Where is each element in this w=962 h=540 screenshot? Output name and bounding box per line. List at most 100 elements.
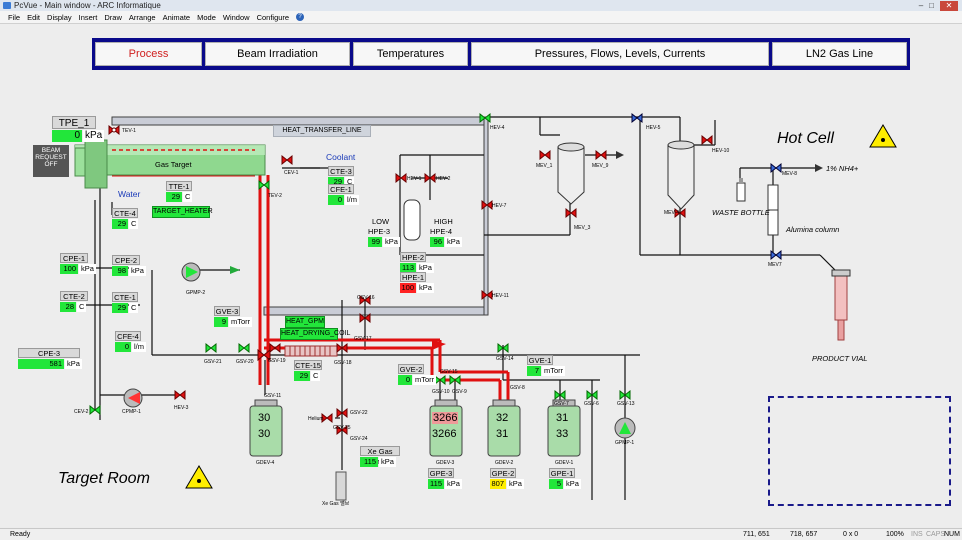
hpe1-value: 100 (400, 283, 416, 293)
gdev1-tag: GDEV-1 (555, 460, 574, 466)
cte2-tag: CTE-2 (60, 291, 88, 301)
hpe2-tag: HPE-2 (400, 252, 426, 262)
cte4-value: 29 (112, 219, 128, 229)
mev8-tag: MEV-8 (782, 171, 798, 177)
gve2-unit: mTorr (413, 375, 437, 385)
gsv17-tag: GSV-17 (354, 336, 372, 342)
cpe2-unit: kPa (129, 266, 146, 276)
gpmp1-tag: GPMP-1 (615, 440, 635, 446)
tab-process[interactable]: Process (95, 42, 202, 66)
gas-target-label: Gas Target (155, 160, 192, 169)
cfe4-tag: CFE-4 (115, 331, 141, 341)
gpe1-tag: GPE-1 (549, 468, 575, 478)
water-label: Water (118, 189, 141, 199)
waste-bottle-label: WASTE BOTTLE (712, 208, 770, 217)
gsv20-tag: GSV-20 (236, 359, 254, 365)
gsv6-tag: GSV-6 (584, 401, 599, 407)
cte3-tag: CTE-3 (328, 166, 354, 176)
gve3-tag: GVE-3 (214, 306, 240, 316)
gpmp2-tag: GPMP-2 (186, 290, 206, 296)
hpe3-value: 99 (368, 237, 382, 247)
cte1-unit: C (129, 303, 139, 313)
status-caps: CAPS (926, 531, 946, 538)
gsv25-tag: GSV-25 (333, 425, 351, 431)
status-selection-count: 0 x 0 (843, 531, 859, 538)
tab-ln2-gas-line[interactable]: LN2 Gas Line (772, 42, 907, 66)
xe-gas-pres-tag: Xe Gas Pres (360, 446, 400, 466)
gpe2-unit: kPa (507, 479, 524, 489)
status-ins: INS (911, 531, 923, 538)
gdev2-top: 32 (496, 412, 509, 424)
cev1-tag: CEV-1 (284, 170, 299, 176)
gdev1-bottom: 33 (556, 428, 569, 440)
product-vial-label: PRODUCT VIAL (812, 354, 868, 363)
cte4-unit: C (129, 219, 139, 229)
cte15-tag: CTE-15 (294, 360, 322, 370)
alumina-column-label: Alumina column (786, 225, 840, 234)
gve2-tag: GVE-2 (398, 364, 424, 374)
xegas-valve-tag: Xe Gas 밸브 (322, 501, 350, 507)
xe-gas-pres-value: 115 (360, 457, 378, 467)
status-position-1: 711, 651 (743, 531, 770, 538)
tte1-unit: C (183, 192, 193, 202)
beam-request-button[interactable]: BEAM REQUEST OFF (33, 145, 69, 177)
gpe3-unit: kPa (445, 479, 462, 489)
tte1-tag: TTE-1 (166, 181, 192, 191)
tev2-tag: TEV-2 (268, 193, 282, 199)
cfe4-unit: l/m (132, 342, 146, 352)
hev11-tag: HEV-11 (492, 293, 509, 299)
tab-temperatures[interactable]: Temperatures (353, 42, 468, 66)
cte15-unit: C (311, 371, 321, 381)
target-room-title: Target Room (58, 470, 150, 487)
gsv9-tag: GSV-9 (452, 389, 467, 395)
cpe1-unit: kPa (79, 264, 96, 274)
tpe1-tag: TPE_1 (52, 116, 96, 129)
cte15-value: 29 (294, 371, 310, 381)
hev7-tag: HEV-7 (492, 203, 507, 209)
gdev4-bottom: 30 (258, 428, 271, 440)
gpe1-value: 5 (549, 479, 563, 489)
mev1-tag: MEV_1 (536, 163, 553, 169)
hpe4-value: 96 (430, 237, 444, 247)
tev1-tag: TEV-1 (122, 128, 136, 134)
hev2-tag: HEV-2 (436, 176, 451, 182)
status-bar: Ready 711, 651 718, 657 0 x 0 100% INS C… (0, 528, 962, 540)
mev9-tag: MEV_9 (592, 163, 609, 169)
gsv16-tag: GSV-16 (357, 295, 375, 301)
mev3-tag: MEV_3 (574, 225, 591, 231)
hev4-tag: HEV-4 (490, 125, 505, 131)
cpmp1-tag: CPMP-1 (122, 409, 141, 415)
gdev4-top: 30 (258, 412, 271, 424)
tab-pressures-flows[interactable]: Pressures, Flows, Levels, Currents (471, 42, 769, 66)
mev4-tag: MEV-4 (664, 210, 680, 216)
gdev1-top: 31 (556, 412, 569, 424)
gdev4-tag: GDEV-4 (256, 460, 275, 466)
gpe2-tag: GPE-2 (490, 468, 516, 478)
gpe3-tag: GPE-3 (428, 468, 454, 478)
heat-drying-coil-indicator: HEAT_DRYING_COIL (280, 328, 350, 340)
gpe1-unit: kPa (564, 479, 581, 489)
tab-beam-irradiation[interactable]: Beam Irradiation (205, 42, 350, 66)
cpe3-unit: kPa (65, 359, 82, 369)
cfe1-tag: CFE-1 (328, 184, 354, 194)
tte1-value: 29 (166, 192, 182, 202)
cpe3-value: 581 (18, 359, 64, 369)
gsv14-tag: GSV-14 (496, 356, 514, 362)
gsv21-tag: GSV-21 (204, 359, 222, 365)
gsv7-tag: GSV-7 (554, 401, 569, 407)
hev10-tag: HEV-10 (712, 148, 730, 154)
cpe2-tag: CPE-2 (112, 255, 140, 265)
cte1-value: 29 (112, 303, 128, 313)
cfe1-value: 0 (328, 195, 344, 205)
gve1-unit: mTorr (542, 366, 566, 376)
gsv22-tag: GSV-22 (350, 410, 368, 416)
gsv10-tag: GSV-10 (432, 389, 450, 395)
gve3-value: 9 (214, 317, 228, 327)
gve2-value: 0 (398, 375, 412, 385)
hpe4-tag: HPE-4 (430, 227, 453, 236)
gdev3-tag: GDEV-3 (436, 460, 455, 466)
status-position-2: 718, 657 (790, 531, 818, 538)
target-heater-indicator: TARGET_HEATER (152, 206, 213, 218)
gsv11-tag: GSV-11 (264, 393, 282, 399)
status-num: NUM (944, 531, 960, 538)
